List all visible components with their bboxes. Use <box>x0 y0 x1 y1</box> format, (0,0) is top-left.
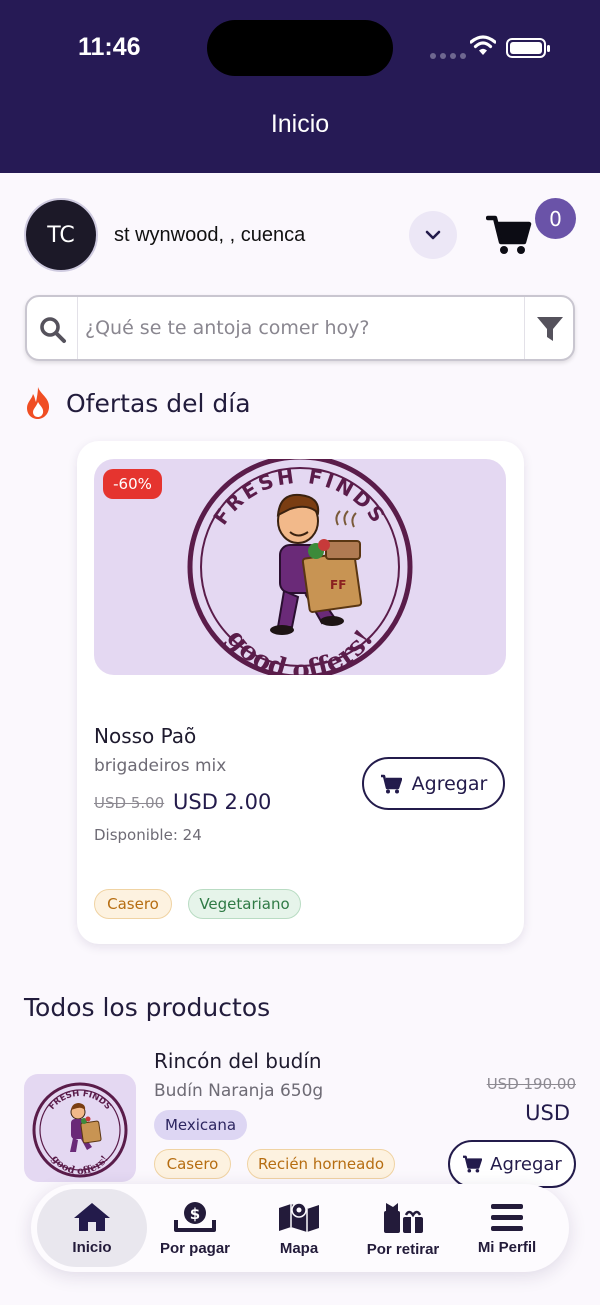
app-header: 11:46 Inicio <box>0 0 600 173</box>
cart-icon <box>380 774 402 793</box>
product-old-price: USD 190.00 <box>486 1075 576 1093</box>
cart-icon[interactable] <box>486 214 532 256</box>
product-add-label: Agregar <box>490 1153 562 1175</box>
category-chip: Mexicana <box>154 1110 247 1140</box>
offers-title: Ofertas del día <box>66 388 251 418</box>
nav-label: Mapa <box>279 1239 319 1257</box>
search-divider <box>524 297 525 359</box>
filter-icon[interactable] <box>535 314 565 344</box>
tag-chip: Casero <box>154 1149 231 1179</box>
offers-section-header: Ofertas del día <box>24 386 251 420</box>
product-add-button[interactable]: Agregar <box>448 1140 576 1188</box>
fresh-finds-logo: FRESH FINDS good offers! <box>32 1082 128 1178</box>
nav-item-inicio[interactable]: Inicio <box>37 1189 147 1267</box>
nav-label: Por pagar <box>159 1239 231 1257</box>
discount-badge: -60% <box>103 469 162 499</box>
product-price: USD <box>525 1101 570 1125</box>
fire-icon <box>27 387 50 419</box>
offer-old-price: USD 5.00 <box>94 794 165 812</box>
chevron-down-icon <box>425 230 441 240</box>
avatar-initials: TC <box>47 222 75 248</box>
tag-chip: Vegetariano <box>188 889 301 919</box>
offer-availability: Disponible: 24 <box>94 826 202 844</box>
tag-chip: Casero <box>94 889 172 919</box>
svg-text:good offers!: good offers! <box>49 1154 111 1177</box>
offer-add-label: Agregar <box>411 772 488 795</box>
map-icon <box>279 1201 319 1232</box>
location-dropdown-button[interactable] <box>409 211 457 259</box>
logo-bottom-text: good offers! <box>49 1154 111 1177</box>
location-text: st wynwood, , cuenca <box>114 224 306 246</box>
nav-item-por-pagar[interactable]: $ Por pagar <box>145 1184 245 1272</box>
cart-icon <box>463 1155 483 1173</box>
nav-label: Inicio <box>72 1238 112 1256</box>
nav-label: Por retirar <box>366 1240 440 1258</box>
bottom-nav: Inicio $ Por pagar Mapa Por retirar Mi P… <box>31 1184 569 1272</box>
offer-description: brigadeiros mix <box>94 756 227 776</box>
page-title: Inicio <box>270 110 330 138</box>
wifi-icon <box>470 35 496 55</box>
search-divider <box>77 297 78 359</box>
bag-label: FF <box>330 578 346 592</box>
search-bar <box>25 295 575 361</box>
offer-card[interactable]: FRESH FINDS good offers! FF -60% Nosso P… <box>77 441 524 944</box>
nav-item-por-retirar[interactable]: Por retirar <box>353 1184 453 1272</box>
svg-text:good offers!: good offers! <box>220 624 379 675</box>
cart-count-badge[interactable]: 0 <box>535 198 576 239</box>
offer-image: FRESH FINDS good offers! FF -60% <box>94 459 506 675</box>
nav-item-mi-perfil[interactable]: Mi Perfil <box>457 1184 557 1272</box>
tag-chip: Recién horneado <box>247 1149 395 1179</box>
dynamic-island <box>207 20 393 76</box>
search-icon <box>40 317 66 343</box>
menu-icon <box>491 1203 523 1231</box>
status-time: 11:46 <box>78 33 141 61</box>
offer-price: USD 2.00 <box>173 790 272 814</box>
gift-icon <box>384 1202 423 1233</box>
search-input[interactable] <box>85 313 515 343</box>
battery-icon <box>506 38 550 58</box>
home-icon <box>74 1202 110 1231</box>
dollar-tray-icon: $ <box>174 1201 216 1232</box>
nav-label: Mi Perfil <box>477 1238 537 1256</box>
svg-text:$: $ <box>190 1205 200 1223</box>
offer-add-button[interactable]: Agregar <box>362 757 505 810</box>
avatar[interactable]: TC <box>24 198 98 272</box>
product-name: Rincón del budín <box>154 1049 322 1073</box>
product-thumbnail[interactable]: FRESH FINDS good offers! <box>24 1074 136 1182</box>
product-description: Budín Naranja 650g <box>154 1081 324 1101</box>
products-section-title: Todos los productos <box>24 993 271 1022</box>
offer-name: Nosso Paõ <box>94 724 197 748</box>
signal-icon <box>430 44 470 63</box>
nav-item-mapa[interactable]: Mapa <box>249 1184 349 1272</box>
